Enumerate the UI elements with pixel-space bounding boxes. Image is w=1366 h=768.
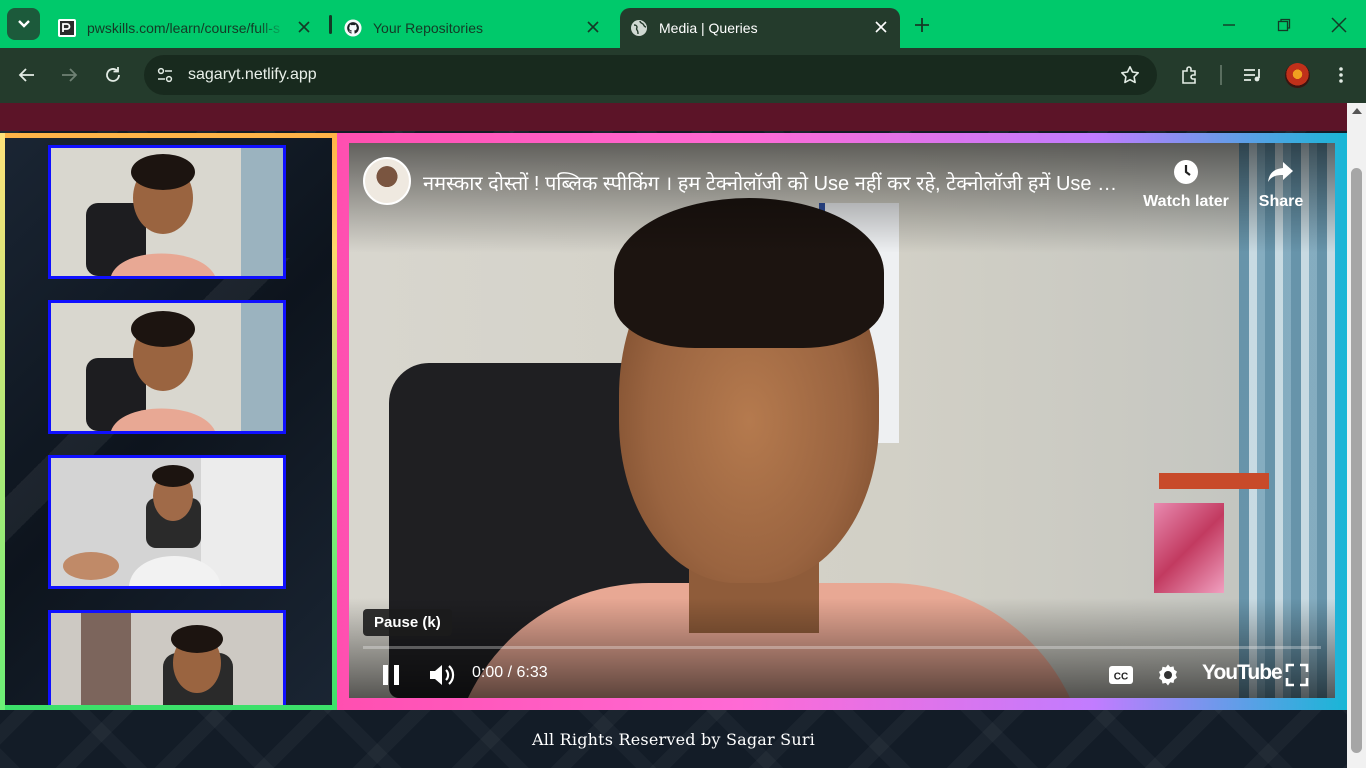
arrow-right-icon (62, 68, 78, 82)
video-title[interactable]: नमस्कार दोस्तों ! पब्लिक स्पीकिंग । हम ट… (423, 169, 1123, 196)
thumbnail-image (51, 613, 283, 705)
tab-separator (329, 15, 332, 34)
tab-search-button[interactable] (7, 8, 40, 40)
github-icon (344, 19, 362, 37)
youtube-player[interactable]: नमस्कार दोस्तों ! पब्लिक स्पीकिंग । हम ट… (349, 143, 1335, 698)
video-thumbnail-3[interactable] (48, 455, 286, 589)
new-tab-button[interactable] (911, 14, 933, 36)
close-tab-icon[interactable] (584, 18, 602, 36)
cc-icon: CC (1109, 666, 1133, 684)
watch-later-button[interactable]: Watch later (1141, 157, 1231, 211)
minimize-button[interactable] (1218, 14, 1240, 36)
video-thumbnail-4[interactable] (48, 610, 286, 705)
time-display: 0:00 / 6:33 (472, 664, 548, 681)
reload-button[interactable] (101, 63, 125, 87)
reload-icon (106, 67, 120, 82)
player-frame: नमस्कार दोस्तों ! पब्लिक स्पीकिंग । हम ट… (337, 133, 1347, 710)
restore-icon (1277, 18, 1291, 32)
volume-icon (430, 665, 455, 685)
pwskills-favicon (58, 19, 76, 37)
scroll-up-arrow-icon[interactable] (1352, 108, 1362, 114)
close-icon (1331, 17, 1347, 33)
extensions-button[interactable] (1178, 63, 1202, 87)
svg-text:CC: CC (1114, 672, 1128, 683)
puzzle-icon (1182, 66, 1196, 84)
watch-later-label: Watch later (1143, 193, 1229, 210)
share-button[interactable]: Share (1236, 157, 1326, 211)
thumbnail-image (51, 303, 283, 431)
tab-media-queries[interactable]: Media | Queries (620, 8, 900, 48)
webpage: नमस्कार दोस्तों ! पब्लिक स्पीकिंग । हम ट… (0, 103, 1347, 768)
pause-tooltip: Pause (k) (363, 609, 452, 636)
video-thumbnail-1[interactable] (48, 145, 286, 279)
gear-icon (1159, 664, 1177, 686)
tab-repositories[interactable]: Your Repositories (344, 8, 612, 48)
close-tab-icon[interactable] (872, 18, 890, 36)
pause-icon (383, 665, 399, 685)
progress-bar[interactable] (363, 646, 1321, 649)
fullscreen-icon (1285, 663, 1309, 687)
forward-button[interactable] (57, 63, 81, 87)
fullscreen-button[interactable] (1283, 657, 1311, 693)
thumbnail-image (51, 148, 283, 276)
playlist-frame (0, 133, 337, 710)
youtube-logo[interactable]: YouTube (1202, 661, 1283, 685)
scroll-thumb[interactable] (1351, 168, 1362, 753)
share-arrow-icon (1236, 157, 1326, 187)
address-bar[interactable]: sagaryt.netlify.app (144, 55, 1157, 95)
globe-icon (630, 19, 648, 37)
close-tab-icon[interactable] (295, 18, 313, 36)
thumbnail-image (51, 458, 283, 586)
chevron-down-icon (17, 20, 30, 28)
tab-pwskills[interactable]: pwskills.com/learn/course/full-s (58, 8, 323, 48)
video-scene-poster (1154, 503, 1224, 593)
media-queue-icon (1244, 69, 1260, 82)
mute-button[interactable] (425, 657, 459, 693)
more-vertical-icon (1339, 67, 1343, 83)
browser-toolbar: sagaryt.netlify.app (0, 48, 1366, 103)
playlist (5, 138, 332, 705)
tab-title: pwskills.com/learn/course/full-s (87, 20, 280, 36)
tab-title: Your Repositories (373, 20, 483, 36)
header-band (0, 103, 1347, 131)
share-label: Share (1258, 193, 1304, 210)
captions-button[interactable]: CC (1106, 657, 1136, 693)
pause-button[interactable] (377, 657, 405, 693)
footer: All Rights Reserved by Sagar Suri (0, 710, 1347, 768)
toolbar-separator (1220, 65, 1222, 85)
video-thumbnail-2[interactable] (48, 300, 286, 434)
plus-icon (915, 18, 929, 32)
video-scene-shelf (1159, 473, 1269, 489)
tab-strip: pwskills.com/learn/course/full-s Your Re… (0, 0, 1366, 48)
channel-avatar[interactable] (363, 157, 411, 205)
settings-button[interactable] (1153, 657, 1183, 693)
page-scrollbar[interactable] (1347, 103, 1366, 768)
clock-icon (1141, 157, 1231, 187)
arrow-left-icon (18, 68, 34, 82)
media-controls-button[interactable] (1241, 63, 1265, 87)
close-window-button[interactable] (1328, 14, 1350, 36)
restore-button[interactable] (1273, 14, 1295, 36)
back-button[interactable] (15, 63, 39, 87)
footer-copyright: All Rights Reserved by Sagar Suri (531, 730, 815, 749)
site-settings-icon[interactable] (155, 65, 175, 85)
profile-avatar[interactable] (1285, 63, 1310, 88)
tab-title: Media | Queries (659, 20, 758, 36)
browser-menu-button[interactable] (1329, 63, 1353, 87)
bookmark-star-icon[interactable] (1119, 64, 1141, 86)
url-text[interactable]: sagaryt.netlify.app (188, 66, 317, 84)
minimize-icon (1223, 24, 1235, 26)
